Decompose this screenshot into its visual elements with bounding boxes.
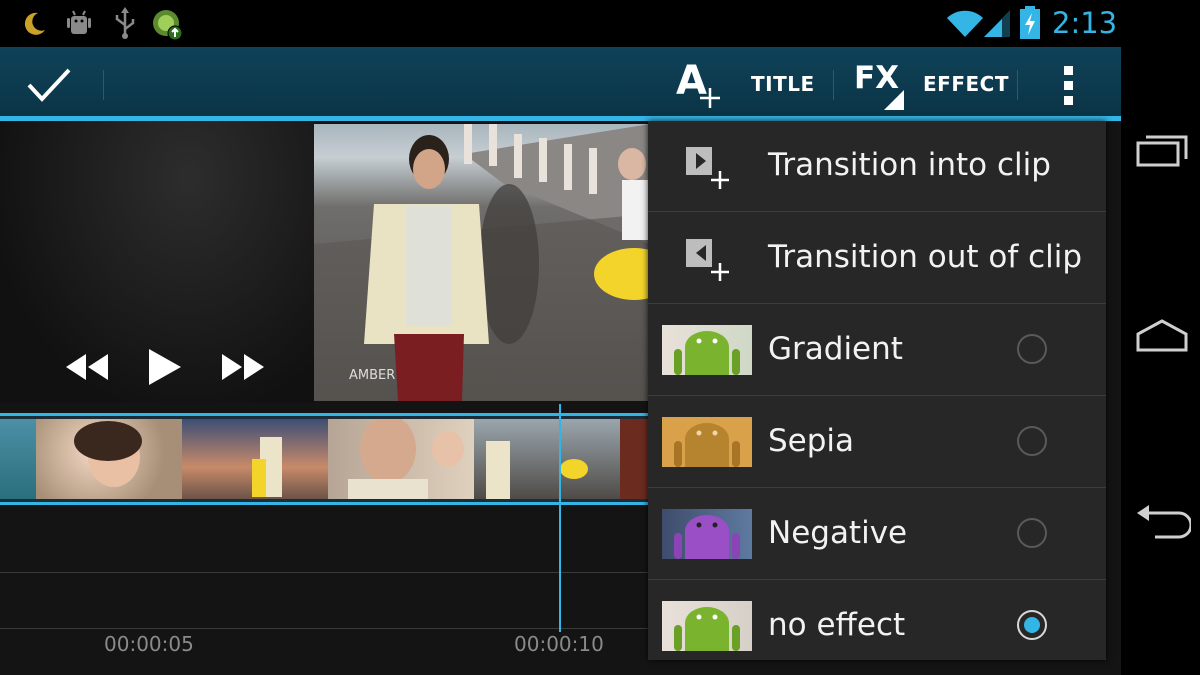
- menu-item-no-effect[interactable]: no effect: [648, 581, 1106, 672]
- signal-icon: [984, 10, 1010, 37]
- track-divider: [0, 628, 650, 629]
- android-gradient-thumb: [662, 325, 752, 375]
- recent-apps-icon[interactable]: [1136, 133, 1190, 167]
- navigation-bar: [1121, 0, 1200, 675]
- menu-item-negative[interactable]: Negative: [648, 489, 1106, 580]
- action-bar-separator: [1017, 70, 1018, 100]
- clock: 2:13: [1052, 6, 1118, 40]
- menu-item-label: Sepia: [768, 423, 855, 459]
- svg-text:AMBER: AMBER: [349, 368, 395, 383]
- play-icon[interactable]: [147, 347, 183, 387]
- radio-button[interactable]: [1017, 426, 1047, 456]
- android-normal-thumb: [662, 601, 752, 651]
- video-preview: AMBER: [314, 124, 650, 401]
- app-update-icon: [153, 10, 183, 41]
- fx-icon[interactable]: FX: [854, 60, 908, 112]
- effect-menu: Transition into clip Transition out of c…: [648, 121, 1106, 660]
- time-label: 00:00:10: [514, 632, 604, 656]
- radio-button[interactable]: [1017, 518, 1047, 548]
- title-button[interactable]: TITLE: [751, 72, 815, 96]
- home-icon[interactable]: [1135, 318, 1189, 354]
- menu-item-gradient[interactable]: Gradient: [648, 305, 1106, 396]
- menu-item-sepia[interactable]: Sepia: [648, 397, 1106, 488]
- clip-thumbnail[interactable]: [474, 419, 620, 499]
- effect-button[interactable]: EFFECT: [923, 72, 1009, 96]
- menu-item-label: Transition into clip: [768, 147, 1051, 183]
- time-label: 00:00:05: [104, 632, 194, 656]
- android-debug-icon: [67, 10, 91, 34]
- clip-thumbnail[interactable]: [36, 419, 182, 499]
- transition-in-icon: [686, 147, 729, 189]
- track-divider: [0, 572, 650, 573]
- radio-button[interactable]: [1017, 334, 1047, 364]
- android-negative-thumb: [662, 509, 752, 559]
- clip-thumbnail[interactable]: [328, 415, 474, 499]
- status-bar: 2:13: [0, 0, 1121, 47]
- clip-thumbnail[interactable]: [620, 419, 650, 499]
- menu-item-transition-in[interactable]: Transition into clip: [648, 121, 1106, 212]
- rewind-icon[interactable]: [64, 352, 110, 382]
- add-text-icon[interactable]: A: [676, 58, 726, 112]
- radio-button-selected[interactable]: [1017, 610, 1047, 640]
- overflow-menu-icon[interactable]: [1060, 64, 1078, 106]
- clip-thumbnail[interactable]: [0, 419, 36, 499]
- transition-out-icon: [686, 239, 729, 281]
- clip-thumbnail[interactable]: [182, 419, 328, 499]
- moon-icon: [24, 12, 45, 35]
- playhead[interactable]: [559, 404, 561, 632]
- checkmark-icon[interactable]: [26, 67, 72, 103]
- menu-item-label: Negative: [768, 515, 908, 551]
- android-sepia-thumb: [662, 417, 752, 467]
- action-bar-separator: [103, 70, 104, 100]
- menu-item-label: Transition out of clip: [768, 239, 1083, 275]
- wifi-icon: [947, 10, 983, 38]
- menu-item-label: Gradient: [768, 331, 903, 367]
- back-icon[interactable]: [1135, 505, 1191, 541]
- action-bar-separator: [833, 70, 834, 100]
- fast-forward-icon[interactable]: [220, 352, 266, 382]
- battery-charging-icon: [1020, 6, 1040, 39]
- menu-item-transition-out[interactable]: Transition out of clip: [648, 213, 1106, 304]
- clip-timeline[interactable]: [0, 413, 650, 505]
- menu-item-label: no effect: [768, 607, 906, 643]
- usb-icon: [115, 7, 135, 39]
